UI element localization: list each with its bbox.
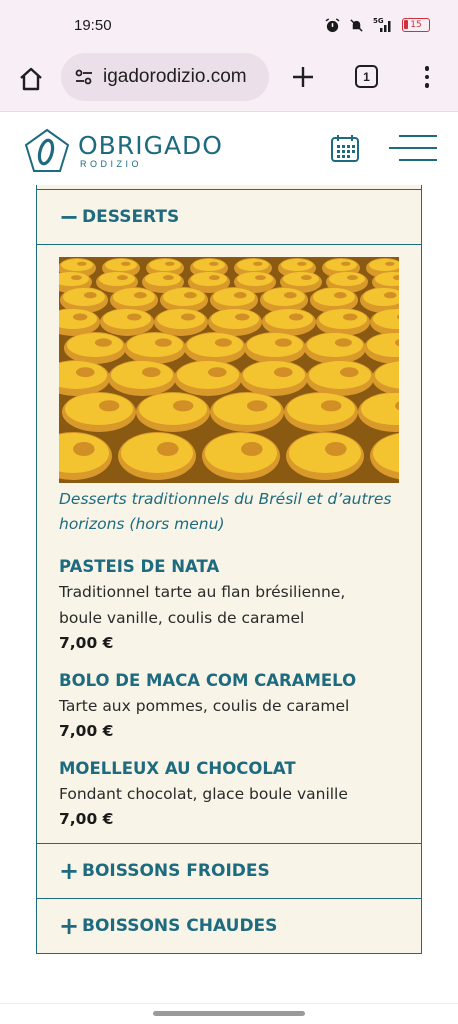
signal-icon: 5G bbox=[372, 17, 394, 33]
tabs-icon[interactable]: 1 bbox=[355, 65, 378, 88]
collapse-icon: − bbox=[59, 203, 80, 231]
section-title: BOISSONS CHAUDES bbox=[82, 916, 278, 936]
tab-count: 1 bbox=[363, 69, 370, 84]
menu-content: − DESSERTS Desserts traditionnels du Bré… bbox=[0, 185, 458, 1003]
section-body-desserts: Desserts traditionnels du Brésil et d’au… bbox=[37, 245, 421, 844]
item-name: BOLO DE MACA COM CARAMELO bbox=[59, 671, 357, 690]
status-icons: 5G 15 bbox=[324, 17, 430, 33]
status-time: 19:50 bbox=[74, 16, 112, 34]
hamburger-menu-icon[interactable] bbox=[389, 135, 437, 161]
calendar-icon[interactable] bbox=[330, 133, 360, 163]
item-description-line: Traditionnel tarte au flan brésilienne, bbox=[59, 583, 346, 601]
logo-name: OBRIGADO bbox=[78, 131, 223, 160]
home-button[interactable] bbox=[16, 64, 46, 94]
section-caption: Desserts traditionnels du Brésil et d’au… bbox=[59, 490, 392, 533]
browser-toolbar: igadorodizio.com 1 bbox=[0, 50, 458, 112]
item-price: 7,00 € bbox=[59, 810, 114, 828]
battery-icon: 15 bbox=[402, 18, 430, 32]
expand-icon: + bbox=[59, 857, 80, 885]
svg-text:5G: 5G bbox=[373, 17, 384, 25]
home-icon bbox=[20, 67, 42, 91]
url-text[interactable]: igadorodizio.com bbox=[103, 66, 247, 88]
status-bar: 19:50 5G 15 bbox=[0, 0, 458, 50]
address-bar[interactable]: igadorodizio.com bbox=[61, 53, 269, 101]
section-header-boissons-chaudes[interactable]: + BOISSONS CHAUDES bbox=[37, 899, 421, 954]
alarm-icon bbox=[324, 17, 340, 33]
expand-icon: + bbox=[59, 912, 80, 940]
new-tab-button[interactable] bbox=[288, 62, 318, 92]
item-price: 7,00 € bbox=[59, 634, 114, 652]
battery-level: 15 bbox=[410, 20, 422, 30]
item-description-line: boule vanille, coulis de caramel bbox=[59, 609, 305, 627]
item-name: PASTEIS DE NATA bbox=[59, 557, 220, 576]
item-price: 7,00 € bbox=[59, 722, 114, 740]
site-logo[interactable]: OBRIGADO RODIZIO bbox=[24, 125, 244, 177]
section-header-boissons-froides[interactable]: + BOISSONS FROIDES bbox=[37, 844, 421, 899]
item-description-line: Tarte aux pommes, coulis de caramel bbox=[59, 697, 350, 715]
item-description-line: Fondant chocolat, glace boule vanille bbox=[59, 785, 348, 803]
gesture-handle[interactable] bbox=[153, 1011, 305, 1016]
site-header: OBRIGADO RODIZIO bbox=[0, 113, 458, 185]
site-settings-icon[interactable] bbox=[73, 66, 95, 88]
new-tab-icon bbox=[293, 67, 313, 87]
menu-item: BOLO DE MACA COM CARAMELO Tarte aux pomm… bbox=[59, 669, 399, 743]
section-header-desserts[interactable]: − DESSERTS bbox=[37, 189, 421, 245]
mute-icon bbox=[348, 17, 364, 33]
logo-mark-icon bbox=[24, 128, 70, 172]
menu-item: MOELLEUX AU CHOCOLAT Fondant chocolat, g… bbox=[59, 757, 399, 831]
item-name: MOELLEUX AU CHOCOLAT bbox=[59, 759, 296, 778]
logo-subtitle: RODIZIO bbox=[80, 159, 142, 169]
system-navigation-bar bbox=[0, 1003, 458, 1024]
menu-item: PASTEIS DE NATA Traditionnel tarte au fl… bbox=[59, 555, 399, 655]
desserts-photo bbox=[59, 257, 399, 483]
section-title: DESSERTS bbox=[82, 207, 180, 227]
section-title: BOISSONS FROIDES bbox=[82, 861, 270, 881]
menu-accordion: − DESSERTS Desserts traditionnels du Bré… bbox=[36, 185, 422, 954]
overflow-menu-icon[interactable] bbox=[416, 62, 438, 92]
